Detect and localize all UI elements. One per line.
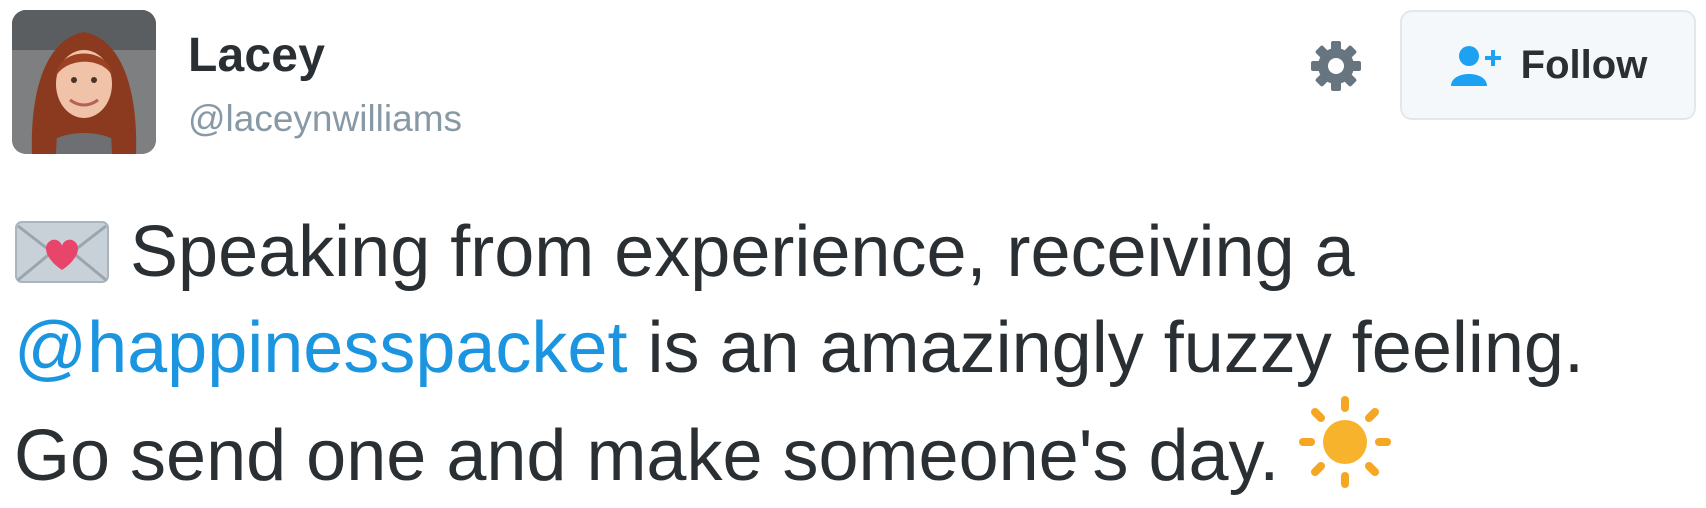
add-user-icon: [1449, 44, 1505, 86]
avatar[interactable]: [12, 10, 156, 154]
profile-photo-icon: [12, 10, 156, 154]
tweet-line-3-text: Go send one and make someone's day.: [14, 416, 1280, 496]
display-name[interactable]: Lacey: [188, 28, 325, 83]
tweet-card: Lacey @laceynwilliams Follow Speaking fr…: [0, 0, 1706, 508]
tweet-line-2: @happinesspacket is an amazingly fuzzy f…: [14, 300, 1704, 396]
follow-label: Follow: [1520, 42, 1648, 87]
tweet-line-3: Go send one and make someone's day.: [14, 396, 1704, 496]
sun-emoji-icon: [1299, 396, 1392, 488]
gear-icon[interactable]: [1308, 38, 1364, 94]
tweet-line-1: Speaking from experience, receiving a: [14, 204, 1704, 300]
tweet-line-2-text: is an amazingly fuzzy feeling.: [627, 308, 1584, 388]
screen-name[interactable]: @laceynwilliams: [188, 98, 462, 140]
tweet-text: Speaking from experience, receiving a @h…: [14, 204, 1704, 496]
tweet-line-1-text: Speaking from experience, receiving a: [130, 212, 1355, 292]
follow-button[interactable]: Follow: [1400, 10, 1696, 120]
love-letter-emoji-icon: [14, 220, 110, 284]
mention-link[interactable]: @happinesspacket: [14, 308, 627, 388]
